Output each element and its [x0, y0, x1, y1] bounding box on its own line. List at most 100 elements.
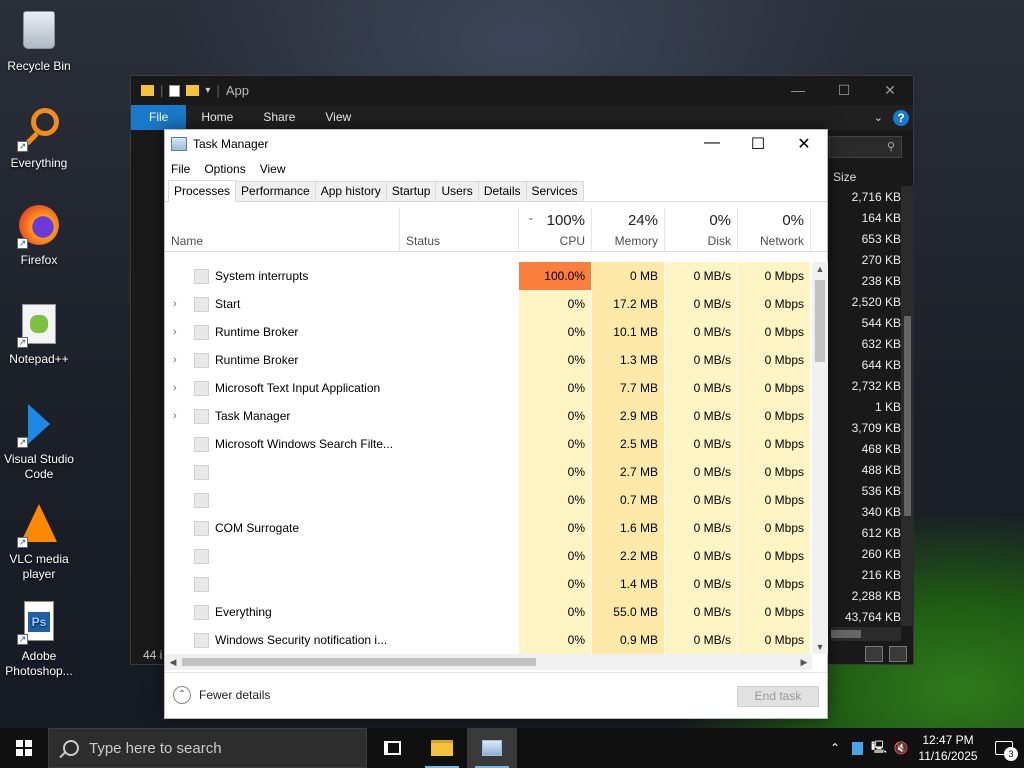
- menu-file[interactable]: File: [171, 162, 190, 176]
- scroll-thumb[interactable]: [904, 316, 911, 516]
- process-row[interactable]: › Task Manager 0% 2.9 MB 0 MB/s 0 Mbps: [165, 402, 812, 430]
- horizontal-scrollbar[interactable]: ◀ ▶: [165, 654, 812, 670]
- desktop-icon[interactable]: Recycle Bin: [0, 8, 78, 74]
- process-row[interactable]: Windows Security notification i... 0% 0.9 …: [165, 626, 812, 654]
- size-column-header[interactable]: Size: [833, 170, 856, 184]
- tab-users[interactable]: Users: [435, 181, 479, 201]
- expand-chevron-icon[interactable]: ›: [173, 346, 183, 374]
- explorer-horizontal-scrollbar[interactable]: [831, 627, 901, 641]
- process-row[interactable]: › Start 0% 17.2 MB 0 MB/s 0 Mbps: [165, 290, 812, 318]
- expand-chevron-icon[interactable]: ›: [173, 290, 183, 318]
- scroll-left-icon[interactable]: ◀: [165, 654, 181, 670]
- task-manager-taskbar-button[interactable]: [467, 728, 517, 768]
- disk-cell: 0 MB/s: [665, 486, 738, 514]
- process-row[interactable]: Everything 0% 55.0 MB 0 MB/s 0 Mbps: [165, 598, 812, 626]
- expand-chevron-icon[interactable]: ›: [173, 402, 183, 430]
- large-icons-view-icon[interactable]: [889, 646, 907, 662]
- ribbon-tab-share[interactable]: Share: [248, 105, 310, 130]
- process-row[interactable]: › Microsoft Text Input Application 0% 7.7 M…: [165, 374, 812, 402]
- chevron-down-icon[interactable]: ⌄: [874, 111, 883, 124]
- show-hidden-icons-chevron-icon[interactable]: ⌃: [824, 741, 846, 755]
- explorer-title-bar[interactable]: | ▾ | App — ☐ ✕: [131, 76, 913, 105]
- menu-view[interactable]: View: [260, 162, 286, 176]
- navigation-pane[interactable]: [131, 130, 165, 645]
- menu-options[interactable]: Options: [204, 162, 245, 176]
- process-row[interactable]: › Runtime Broker 0% 10.1 MB 0 MB/s 0 Mbps: [165, 318, 812, 346]
- task-manager-window[interactable]: Task Manager — ☐ ✕ File Options View Pro…: [164, 129, 828, 719]
- header-disk[interactable]: 0% Disk: [665, 208, 738, 252]
- process-row[interactable]: System interrupts 100.0% 0 MB 0 MB/s 0 Mbps: [165, 262, 812, 290]
- ribbon-tab-home[interactable]: Home: [186, 105, 248, 130]
- file-size: 260 KB: [861, 547, 901, 561]
- process-row[interactable]: 0% 2.7 MB 0 MB/s 0 Mbps: [165, 458, 812, 486]
- help-icon[interactable]: ?: [893, 109, 909, 126]
- action-center-button[interactable]: 3: [984, 728, 1024, 768]
- header-network[interactable]: 0% Network: [738, 208, 811, 252]
- fewer-details-button[interactable]: ⌃ Fewer details: [173, 686, 270, 704]
- maximize-icon[interactable]: ☐: [735, 134, 781, 154]
- scroll-thumb[interactable]: [831, 630, 861, 638]
- details-view-icon[interactable]: [865, 646, 883, 662]
- expand-chevron-icon[interactable]: ›: [173, 374, 183, 402]
- tab-details[interactable]: Details: [477, 181, 527, 201]
- expand-chevron-icon[interactable]: ›: [173, 318, 183, 346]
- memory-cell: 2.2 MB: [592, 542, 665, 570]
- desktop-icon[interactable]: Ps ↗ Adobe Photoshop...: [0, 601, 78, 679]
- tab-processes[interactable]: Processes: [168, 180, 237, 202]
- tray-app-icon[interactable]: [846, 741, 868, 756]
- end-task-button[interactable]: End task: [737, 686, 819, 707]
- header-memory[interactable]: 24% Memory: [592, 208, 665, 252]
- desktop-icon[interactable]: ↗ Everything: [0, 106, 78, 171]
- process-row[interactable]: Microsoft Windows Search Filte... 0% 2.5 M…: [165, 430, 812, 458]
- process-row[interactable]: 0% 0.7 MB 0 MB/s 0 Mbps: [165, 486, 812, 514]
- tab-performance[interactable]: Performance: [235, 181, 316, 201]
- tab-startup[interactable]: Startup: [385, 181, 437, 201]
- network-icon[interactable]: 🖳: [868, 738, 890, 759]
- process-row[interactable]: 0% 2.2 MB 0 MB/s 0 Mbps: [165, 542, 812, 570]
- scroll-down-icon[interactable]: ▼: [812, 640, 828, 654]
- taskbar-search-box[interactable]: Type here to search: [48, 728, 367, 768]
- desktop-icon[interactable]: ↗ Visual Studio Code: [0, 402, 78, 482]
- header-cpu[interactable]: ⌄ 100% CPU: [519, 208, 592, 252]
- close-icon[interactable]: ✕: [781, 134, 827, 154]
- checkmark-icon[interactable]: [169, 84, 181, 97]
- dropdown-icon[interactable]: ▾: [205, 85, 210, 96]
- process-row[interactable]: › Runtime Broker 0% 1.3 MB 0 MB/s 0 Mbps: [165, 346, 812, 374]
- tab-app-history[interactable]: App history: [314, 181, 387, 201]
- process-icon: [194, 493, 209, 508]
- desktop-icon[interactable]: ↗ Notepad++: [0, 304, 78, 367]
- minimize-icon[interactable]: —: [775, 82, 821, 99]
- explorer-vertical-scrollbar[interactable]: [901, 186, 914, 626]
- process-row[interactable]: 0% 1.4 MB 0 MB/s 0 Mbps: [165, 570, 812, 598]
- scroll-thumb[interactable]: [815, 280, 825, 362]
- tab-services[interactable]: Services: [525, 181, 584, 201]
- clock[interactable]: 12:47 PM 11/16/2025: [912, 732, 984, 764]
- scroll-up-icon[interactable]: ▲: [812, 262, 828, 276]
- file-size: 544 KB: [861, 316, 901, 330]
- desktop-icon[interactable]: ↗ Firefox: [0, 205, 78, 268]
- header-status[interactable]: Status: [400, 208, 519, 252]
- scroll-thumb[interactable]: [182, 658, 536, 666]
- folder-icon[interactable]: [186, 85, 200, 96]
- desktop-icon[interactable]: ↗ VLC media player: [0, 502, 78, 582]
- search-icon[interactable]: ⚲: [829, 136, 902, 158]
- process-row[interactable]: COM Surrogate 0% 1.6 MB 0 MB/s 0 Mbps: [165, 514, 812, 542]
- header-name[interactable]: Name: [165, 208, 400, 252]
- scroll-right-icon[interactable]: ▶: [796, 654, 812, 670]
- minimize-icon[interactable]: —: [689, 134, 735, 154]
- file-explorer-taskbar-button[interactable]: [417, 728, 467, 768]
- maximize-icon[interactable]: ☐: [821, 82, 867, 99]
- everything-search-icon: ↗: [17, 108, 61, 152]
- task-manager-title-bar[interactable]: Task Manager — ☐ ✕: [165, 130, 827, 158]
- vertical-scrollbar[interactable]: ▲ ▼: [812, 262, 828, 654]
- process-list[interactable]: System interrupts 100.0% 0 MB 0 MB/s 0 Mbps ›…: [165, 262, 812, 654]
- process-icon: [194, 325, 209, 340]
- ribbon-tab-view[interactable]: View: [310, 105, 366, 130]
- system-tray: ⌃ 🖳 🔇 12:47 PM 11/16/2025 3: [824, 728, 1024, 768]
- start-button[interactable]: [0, 728, 48, 768]
- ribbon-tab-file[interactable]: File: [131, 105, 187, 130]
- close-icon[interactable]: ✕: [867, 82, 913, 99]
- volume-muted-icon[interactable]: 🔇: [890, 741, 912, 755]
- cpu-cell: 0%: [519, 346, 592, 374]
- task-view-button[interactable]: [367, 728, 417, 768]
